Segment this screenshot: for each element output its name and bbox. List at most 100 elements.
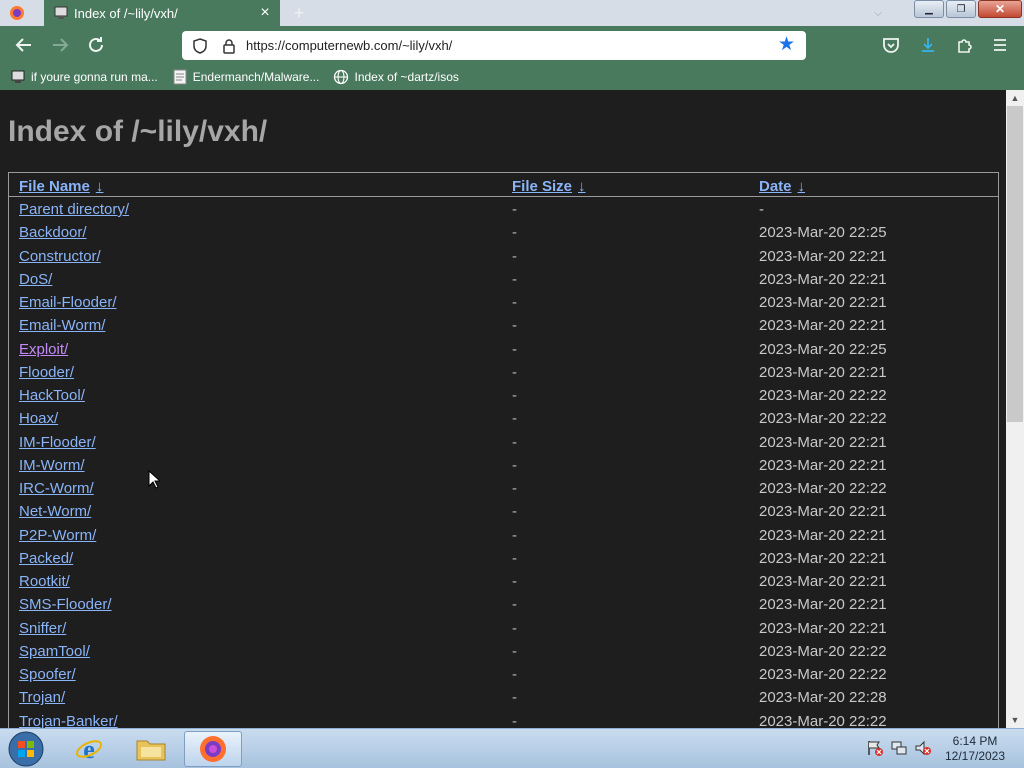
table-header: File Name ↓ File Size ↓ Date ↓: [9, 173, 998, 197]
file-name-link[interactable]: SMS-Flooder/: [19, 596, 112, 613]
firefox-view-button[interactable]: [6, 4, 28, 22]
tab-active[interactable]: Index of /~lily/vxh/ ×: [44, 0, 280, 26]
bookmark-item[interactable]: Endermanch/Malware...: [172, 69, 320, 85]
date-cell: 2023-Mar-20 22:21: [759, 619, 887, 637]
column-header-date[interactable]: Date ↓: [759, 178, 805, 195]
list-all-tabs-button[interactable]: ⌵: [868, 3, 888, 23]
file-name-link[interactable]: Parent directory/: [19, 201, 129, 218]
internet-explorer-icon: e: [75, 735, 103, 764]
file-name-link[interactable]: Backdoor/: [19, 224, 87, 241]
taskbar-firefox[interactable]: [184, 731, 242, 767]
sort-arrow-icon: ↓: [95, 178, 104, 195]
network-icon[interactable]: [890, 739, 908, 757]
file-size-cell: -: [512, 666, 517, 683]
scrollbar-thumb[interactable]: [1007, 106, 1023, 422]
tab-title: Index of /~lily/vxh/: [74, 5, 178, 21]
hamburger-menu-icon[interactable]: [989, 34, 1011, 56]
file-name-link[interactable]: IRC-Worm/: [19, 480, 94, 497]
file-name-link[interactable]: P2P-Worm/: [19, 527, 96, 544]
restore-button[interactable]: ❐: [946, 0, 976, 18]
file-size-cell: -: [512, 340, 517, 358]
action-center-flag-icon[interactable]: [866, 739, 884, 757]
bookmark-label: Endermanch/Malware...: [192, 70, 320, 84]
file-name-link[interactable]: Net-Worm/: [19, 503, 91, 520]
file-size-cell: -: [512, 456, 517, 474]
date-cell: 2023-Mar-20 22:21: [759, 456, 887, 474]
file-name-link[interactable]: Flooder/: [19, 364, 74, 381]
file-name-link[interactable]: Sniffer/: [19, 620, 66, 637]
address-bar[interactable]: ★: [182, 31, 806, 60]
file-name-link[interactable]: Packed/: [19, 550, 73, 567]
back-button[interactable]: [12, 33, 36, 57]
file-name-link[interactable]: Email-Worm/: [19, 317, 105, 334]
bookmark-item[interactable]: Index of ~dartz/isos: [333, 69, 459, 85]
table-row: IM-Flooder/ - 2023-Mar-20 22:21: [9, 431, 998, 454]
taskbar-file-explorer[interactable]: [122, 731, 180, 767]
file-size-cell: -: [512, 480, 517, 497]
file-name-link[interactable]: SpamTool/: [19, 643, 90, 660]
computernewb-favicon-icon: [54, 6, 68, 20]
bookmark-item[interactable]: if youre gonna run ma...: [10, 69, 158, 85]
bookmark-label: Index of ~dartz/isos: [354, 70, 459, 84]
reload-button[interactable]: [84, 33, 108, 57]
start-button[interactable]: [6, 730, 46, 768]
windows-logo-icon: [8, 731, 44, 767]
file-size-cell: -: [512, 712, 517, 729]
vertical-scrollbar[interactable]: ▲ ▼: [1006, 90, 1024, 728]
bookmark-star-icon[interactable]: ★: [778, 35, 798, 55]
table-row: Rootkit/ - 2023-Mar-20 22:21: [9, 570, 998, 593]
sort-arrow-icon: ↓: [578, 178, 586, 195]
page-title: Index of /~lily/vxh/: [8, 115, 268, 148]
table-row: DoS/ - 2023-Mar-20 22:21: [9, 268, 998, 291]
date-cell: 2023-Mar-20 22:28: [759, 689, 887, 707]
scroll-down-arrow-icon[interactable]: ▼: [1006, 712, 1024, 728]
file-size-cell: -: [512, 270, 517, 288]
file-name-link[interactable]: HackTool/: [19, 387, 85, 404]
file-name-link[interactable]: DoS/: [19, 271, 52, 288]
file-size-cell: -: [512, 503, 517, 521]
tab-close-icon[interactable]: ×: [256, 4, 274, 22]
file-name-link[interactable]: Spoofer/: [19, 666, 76, 683]
bookmarks-toolbar: if youre gonna run ma... Endermanch/Malw…: [0, 64, 1024, 90]
date-cell: 2023-Mar-20 22:22: [759, 410, 887, 428]
file-name-link[interactable]: Email-Flooder/: [19, 294, 117, 311]
file-name-link[interactable]: IM-Flooder/: [19, 434, 96, 451]
file-size-cell: -: [512, 549, 517, 567]
close-window-button[interactable]: ✕: [978, 0, 1022, 18]
table-row: Constructor/ - 2023-Mar-20 22:21: [9, 245, 998, 268]
forward-button[interactable]: [48, 33, 72, 57]
file-name-link[interactable]: Hoax/: [19, 410, 58, 427]
column-header-file-name[interactable]: File Name ↓: [19, 178, 103, 195]
volume-muted-icon[interactable]: [914, 739, 932, 757]
shield-icon[interactable]: [192, 37, 208, 54]
date-cell: 2023-Mar-20 22:21: [759, 503, 887, 521]
date-cell: 2023-Mar-20 22:25: [759, 340, 887, 358]
scroll-up-arrow-icon[interactable]: ▲: [1006, 90, 1024, 106]
arrow-right-icon: [53, 38, 69, 52]
date-cell: 2023-Mar-20 22:22: [759, 712, 887, 729]
taskbar-internet-explorer[interactable]: e: [60, 731, 118, 767]
date-cell: -: [759, 201, 764, 218]
new-tab-button[interactable]: +: [288, 2, 310, 24]
table-row: Email-Worm/ - 2023-Mar-20 22:21: [9, 314, 998, 337]
file-name-link[interactable]: Trojan/: [19, 689, 65, 706]
file-name-link[interactable]: IM-Worm/: [19, 457, 85, 474]
file-size-cell: -: [512, 201, 517, 218]
file-name-link[interactable]: Trojan-Banker/: [19, 713, 118, 729]
column-header-file-size[interactable]: File Size ↓: [512, 178, 586, 195]
file-name-link[interactable]: Exploit/: [19, 341, 68, 358]
minimize-button[interactable]: ▁: [914, 0, 944, 18]
download-icon[interactable]: [917, 34, 939, 56]
navigation-toolbar: ★: [0, 26, 1024, 64]
extensions-icon[interactable]: [953, 34, 975, 56]
arrow-left-icon: [15, 38, 31, 52]
url-input[interactable]: [246, 38, 766, 53]
pocket-icon[interactable]: [880, 34, 902, 56]
file-name-link[interactable]: Rootkit/: [19, 573, 70, 590]
lock-icon[interactable]: [222, 38, 236, 54]
system-clock[interactable]: 6:14 PM 12/17/2023: [940, 734, 1010, 764]
table-row: Trojan/ - 2023-Mar-20 22:28: [9, 686, 998, 709]
page-content: Index of /~lily/vxh/ File Name ↓ File Siz…: [0, 90, 1006, 728]
file-name-link[interactable]: Constructor/: [19, 248, 101, 265]
date-cell: 2023-Mar-20 22:21: [759, 573, 887, 590]
